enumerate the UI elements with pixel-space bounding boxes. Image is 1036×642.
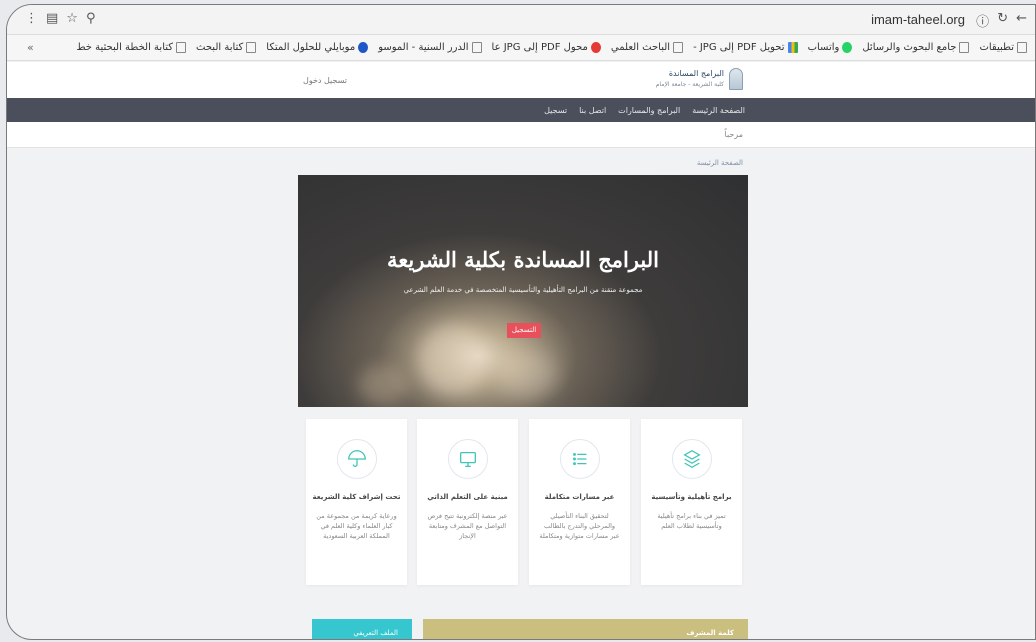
layers-icon <box>671 439 712 479</box>
welcome-text: مرحباً <box>724 130 744 139</box>
monitor-icon <box>447 439 488 479</box>
feature-card: تحت إشراف كلية الشريعة ورعاية كريمة من م… <box>306 419 407 585</box>
bookmarks-overflow-button[interactable]: « <box>27 41 34 54</box>
page-icon <box>673 42 684 53</box>
site-logo[interactable]: البرامج المساندة كلية الشريعة - جامعة ال… <box>656 68 743 90</box>
search-icon[interactable]: ⚲ <box>86 11 96 26</box>
bookmark-item[interactable]: كتابة الخطة البحثية خط <box>76 42 187 53</box>
browser-toolbar: ⋮ ▤ ☆ ⚲ imam-taheel.org ⓘ ↻ ← <box>7 5 1035 35</box>
bookmark-item[interactable]: واتساب <box>808 42 853 53</box>
feature-card: عبر مسارات متكاملة لتحقيق البناء التأصيل… <box>529 419 630 585</box>
nav-programs[interactable]: البرامج والمسارات <box>618 106 680 115</box>
breadcrumb[interactable]: الصفحة الرئيسة <box>697 159 743 167</box>
register-button[interactable]: التسجيل <box>507 323 541 338</box>
blue-circle-icon <box>358 42 369 53</box>
card-description: عبر منصة إلكترونية تتيح فرص التواصل مع ا… <box>427 512 508 541</box>
card-description: لتحقيق البناء التأصيلي والمرحلي والتدرج … <box>539 512 620 541</box>
info-icon[interactable]: ⓘ <box>976 11 989 30</box>
whatsapp-icon <box>842 42 853 53</box>
menu-dots-icon[interactable]: ⋮ <box>25 11 38 26</box>
card-title: تحت إشراف كلية الشريعة <box>312 493 401 501</box>
red-circle-icon <box>590 42 601 53</box>
welcome-bar: مرحباً <box>7 122 1035 148</box>
hero-background-blur <box>498 350 558 400</box>
bookmark-item[interactable]: محول PDF إلى JPG عا <box>492 42 601 53</box>
page-icon <box>246 42 257 53</box>
bookmark-star-icon[interactable]: ☆ <box>66 11 78 26</box>
nav-home[interactable]: الصفحة الرئيسة <box>692 106 745 115</box>
main-nav: الصفحة الرئيسة البرامج والمسارات اتصل بن… <box>7 98 1035 122</box>
reader-mode-icon[interactable]: ▤ <box>46 11 58 26</box>
logo-subtitle: كلية الشريعة - جامعة الإمام <box>655 81 724 88</box>
card-title: عبر مسارات متكاملة <box>544 493 615 501</box>
bookmarks-bar: تطبيقات جامع البحوث والرسائل واتساب تحوي… <box>7 35 1035 61</box>
bookmark-item[interactable]: جامع البحوث والرسائل <box>862 42 970 53</box>
logo-title: البرامج المساندة <box>668 69 724 79</box>
card-title: برامج تأهيلية وتأسيسية <box>651 493 732 501</box>
bookmark-item[interactable]: كتابة البحث <box>196 42 257 53</box>
supervisor-word-panel[interactable]: كلمة المشرف <box>423 619 748 639</box>
bookmark-item[interactable]: تحويل PDF إلى JPG - <box>693 42 798 53</box>
back-arrow-icon[interactable]: ← <box>1016 11 1027 30</box>
page-icon <box>176 42 187 53</box>
login-link[interactable]: تسجيل دخول <box>303 76 347 85</box>
card-title: مبنية على التعلم الذاتي <box>427 493 508 501</box>
page-icon <box>471 42 482 53</box>
hero-banner: البرامج المساندة بكلية الشريعة مجموعة مت… <box>298 175 748 407</box>
bookmark-apps[interactable]: تطبيقات <box>979 42 1027 53</box>
apps-grid-icon <box>1017 42 1027 53</box>
feature-card: مبنية على التعلم الذاتي عبر منصة إلكترون… <box>417 419 518 585</box>
list-icon <box>559 439 600 479</box>
nav-register[interactable]: تسجيل <box>544 106 567 115</box>
browser-window: ⋮ ▤ ☆ ⚲ imam-taheel.org ⓘ ↻ ← تطبيقات جا… <box>6 4 1036 640</box>
logo-arch-icon <box>729 68 743 90</box>
hero-title: البرامج المساندة بكلية الشريعة <box>387 247 659 272</box>
hero-background-blur <box>358 365 408 405</box>
bookmark-item[interactable]: الدرر السنية - الموسو <box>378 42 482 53</box>
profile-panel[interactable]: الملف التعريفي <box>312 619 412 639</box>
feature-card: برامج تأهيلية وتأسيسية تميز في بناء برام… <box>641 419 742 585</box>
reload-icon[interactable]: ↻ <box>997 11 1008 30</box>
bookmark-item[interactable]: موبايلي للحلول المتكا <box>266 42 369 53</box>
address-bar[interactable]: imam-taheel.org <box>871 12 965 27</box>
page-icon <box>959 42 970 53</box>
nav-contact[interactable]: اتصل بنا <box>579 106 606 115</box>
supervisor-word-title: كلمة المشرف <box>686 629 734 637</box>
card-description: تميز في بناء برامج تأهيلية وتأسيسية لطلا… <box>657 512 726 531</box>
card-description: ورعاية كريمة من مجموعة من كبار العلماء و… <box>316 512 397 541</box>
site-header: البرامج المساندة كلية الشريعة - جامعة ال… <box>7 62 1035 98</box>
profile-title: الملف التعريفي <box>353 629 398 637</box>
hero-subtitle: مجموعة متقنة من البرامج التأهيلية والتأس… <box>403 286 643 294</box>
bookmark-item[interactable]: الباحث العلمي <box>611 42 684 53</box>
umbrella-icon <box>336 439 377 479</box>
hero-background-blur <box>418 325 488 395</box>
multicolor-icon <box>787 42 798 53</box>
